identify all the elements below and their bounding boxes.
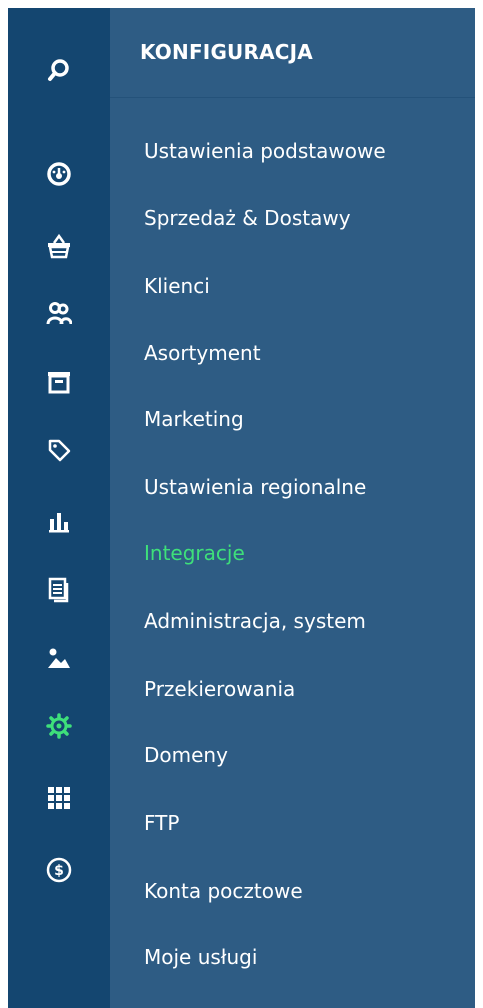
menu-item-przekierowania[interactable]: Przekierowania: [144, 676, 295, 702]
documents-icon[interactable]: [8, 568, 110, 612]
menu-item-ftp[interactable]: FTP: [144, 810, 179, 836]
search-icon[interactable]: [8, 48, 110, 92]
svg-text:$: $: [54, 863, 64, 879]
users-icon[interactable]: [8, 292, 110, 336]
menu-item-asortyment[interactable]: Asortyment: [144, 340, 261, 366]
menu-item-moje-uslugi[interactable]: Moje usługi: [144, 944, 257, 970]
image-icon[interactable]: [8, 636, 110, 680]
gear-icon[interactable]: [8, 704, 110, 748]
menu-item-integracje[interactable]: Integracje: [144, 540, 245, 566]
menu-item-klienci[interactable]: Klienci: [144, 273, 210, 299]
icon-rail: $: [8, 8, 110, 1008]
basket-icon[interactable]: [8, 224, 110, 268]
app-frame: $ KONFIGURACJA Ustawienia podstawowe Spr…: [8, 8, 475, 1008]
menu-item-ustawienia-podstawowe[interactable]: Ustawienia podstawowe: [144, 138, 386, 164]
menu-item-sprzedaz-dostawy[interactable]: Sprzedaż & Dostawy: [144, 205, 351, 231]
apps-grid-icon[interactable]: [8, 776, 110, 820]
dollar-icon[interactable]: $: [8, 848, 110, 892]
configuration-menu: KONFIGURACJA Ustawienia podstawowe Sprze…: [110, 8, 475, 1008]
dashboard-icon[interactable]: [8, 152, 110, 196]
menu-item-ustawienia-regionalne[interactable]: Ustawienia regionalne: [144, 474, 366, 500]
menu-item-administracja-system[interactable]: Administracja, system: [144, 608, 366, 634]
tag-icon[interactable]: [8, 428, 110, 472]
bar-chart-icon[interactable]: [8, 500, 110, 544]
menu-item-konta-pocztowe[interactable]: Konta pocztowe: [144, 878, 303, 904]
menu-item-domeny[interactable]: Domeny: [144, 742, 228, 768]
menu-title: KONFIGURACJA: [110, 8, 475, 98]
menu-item-marketing[interactable]: Marketing: [144, 406, 244, 432]
archive-icon[interactable]: [8, 360, 110, 404]
